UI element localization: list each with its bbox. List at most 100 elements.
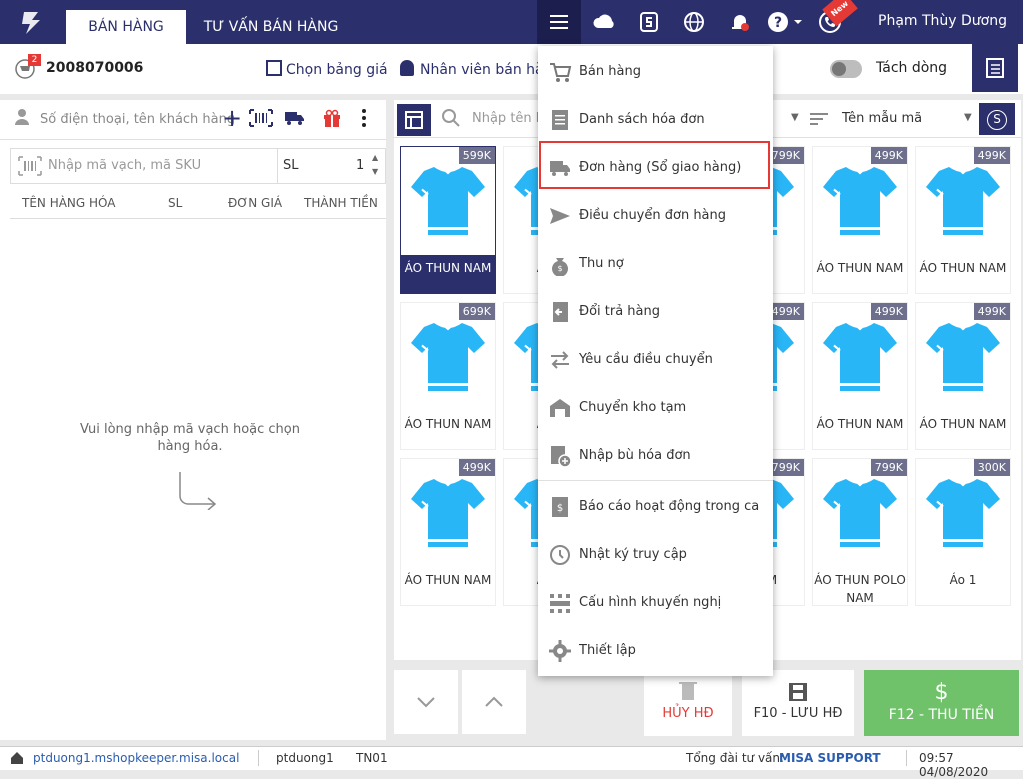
menu-item[interactable]: Cấu hình khuyến nghị (538, 579, 773, 627)
product-card[interactable]: 499K ÁO THUN NAM (812, 146, 908, 294)
more-options-icon[interactable] (360, 108, 368, 132)
menu-item-label: Cấu hình khuyến nghị (579, 595, 722, 610)
main-menu-button[interactable] (537, 0, 581, 44)
product-card[interactable]: 699K ÁO THUN NAM (400, 302, 496, 450)
menu-item[interactable]: Nhập bù hóa đơn (538, 432, 773, 480)
currency-button[interactable]: S (979, 103, 1015, 135)
chevron-down-icon (417, 697, 435, 708)
product-name: Áo 1 (949, 573, 977, 587)
support-link[interactable]: MISA SUPPORT (779, 751, 881, 765)
delivery-icon[interactable] (284, 110, 306, 130)
menu-item-label: Đổi trả hàng (579, 304, 661, 319)
product-card[interactable]: 499K ÁO THUN NAM (812, 302, 908, 450)
coin-icon[interactable] (637, 10, 661, 34)
tab-ban-hang[interactable]: BÁN HÀNG (66, 10, 186, 44)
menu-item-label: Bán hàng (579, 64, 641, 79)
product-name: ÁO THUN NAM (404, 261, 492, 275)
menu-item[interactable]: Danh sách hóa đơn (538, 96, 773, 144)
product-name: ÁO THUN NAM (404, 417, 492, 431)
product-price: 699K (458, 303, 495, 320)
currency-icon: S (987, 110, 1007, 130)
report-icon: $ (548, 495, 572, 519)
bell-icon[interactable] (728, 10, 752, 34)
menu-item-label: Thiết lập (579, 643, 636, 658)
menu-item[interactable]: Bán hàng (538, 48, 773, 96)
order-number: 2008070006 (46, 60, 144, 76)
product-price: 499K (870, 303, 907, 320)
customer-search-input[interactable]: Số điện thoại, tên khách hàng (40, 112, 235, 127)
product-search-input[interactable]: Nhập tên h (472, 111, 544, 126)
product-name: ÁO THUN NAM (919, 417, 1007, 431)
trash-icon (679, 682, 697, 700)
cancel-invoice-button[interactable]: HỦY HĐ (644, 670, 732, 736)
cancel-invoice-label: HỦY HĐ (662, 706, 714, 721)
menu-item[interactable]: $ Thu nợ (538, 240, 773, 288)
chevron-down-icon[interactable]: ▼ (791, 112, 799, 123)
globe-icon[interactable] (682, 10, 706, 34)
svg-text:$: $ (557, 503, 563, 514)
qty-input[interactable]: 1 (356, 158, 364, 173)
product-card[interactable]: 499K ÁO THUN NAM (915, 146, 1011, 294)
grid-view-button[interactable] (397, 104, 431, 136)
save-invoice-label: F10 - LƯU HĐ (753, 706, 843, 721)
barcode-input[interactable]: Nhập mã vạch, mã SKU (48, 158, 201, 173)
help-icon[interactable]: ? (767, 10, 802, 34)
save-invoice-button[interactable]: F10 - LƯU HĐ (742, 670, 854, 736)
chevron-down-icon[interactable]: ▼ (964, 112, 972, 123)
scroll-down-button[interactable] (394, 670, 458, 734)
product-price: 799K (767, 459, 804, 476)
menu-item[interactable]: Thiết lập (538, 627, 773, 675)
product-card[interactable]: 499K ÁO THUN NAM (915, 302, 1011, 450)
product-name: ÁO THUN NAM (816, 417, 904, 431)
menu-item-label: Yêu cầu điều chuyển (579, 352, 713, 367)
scroll-up-button[interactable] (462, 670, 526, 734)
status-branch: TN01 (356, 751, 388, 765)
app-logo (22, 12, 40, 34)
menu-item[interactable]: Nhật ký truy cập (538, 531, 773, 579)
empty-cart-message: Vui lòng nhập mã vạch hoặc chọn hàng hóa… (80, 422, 300, 454)
user-name[interactable]: Phạm Thùy Dương (878, 13, 1007, 29)
cloud-sync-icon[interactable] (592, 10, 616, 34)
product-card[interactable]: 499K ÁO THUN NAM (400, 458, 496, 606)
pay-button[interactable]: $ F12 - THU TIỀN (864, 670, 1019, 736)
menu-item[interactable]: $ Báo cáo hoạt động trong ca (538, 483, 773, 531)
tab-tu-van-ban-hang[interactable]: TƯ VẤN BÁN HÀNG (196, 10, 346, 44)
template-select[interactable]: Tên mẫu mã (842, 111, 922, 126)
side-panel-button[interactable] (972, 44, 1018, 92)
product-price: 499K (973, 147, 1010, 164)
product-price: 799K (767, 147, 804, 164)
product-card[interactable]: 300K Áo 1 (915, 458, 1011, 606)
product-card[interactable]: 799K ÁO THUN POLO NAM (812, 458, 908, 606)
arrow-hint-icon (179, 472, 217, 510)
gift-icon[interactable] (322, 108, 342, 132)
product-card[interactable]: 599K ÁO THUN NAM (400, 146, 496, 294)
barcode-scan-icon[interactable] (248, 108, 274, 132)
split-line-toggle[interactable] (830, 60, 862, 78)
highlight-box (539, 141, 770, 189)
price-list-button[interactable]: Chọn bảng giá (266, 60, 388, 78)
send-icon (548, 204, 572, 228)
menu-item[interactable]: Yêu cầu điều chuyển (538, 336, 773, 384)
col-item-name: TÊN HÀNG HÓA (22, 196, 116, 210)
document-list-icon (548, 108, 572, 132)
menu-item[interactable]: Điều chuyển đơn hàng (538, 192, 773, 240)
config-icon (548, 591, 572, 615)
status-datetime: 09:57 04/08/2020 (919, 751, 989, 779)
person-icon (400, 60, 414, 76)
product-price: 599K (458, 147, 495, 164)
product-price: 499K (973, 303, 1010, 320)
menu-item-label: Nhật ký truy cập (579, 547, 687, 562)
menu-item-label: Danh sách hóa đơn (579, 112, 705, 127)
add-document-icon (548, 444, 572, 468)
svg-text:?: ? (774, 15, 782, 31)
save-icon (789, 683, 807, 701)
col-total: THÀNH TIỀN (304, 196, 378, 210)
salesperson-button[interactable]: Nhân viên bán hàn (400, 60, 552, 78)
qty-stepper[interactable]: ▲ ▼ (372, 151, 378, 179)
menu-item[interactable]: Chuyển kho tạm (538, 384, 773, 432)
server-url[interactable]: ptduong1.mshopkeeper.misa.local (33, 751, 239, 765)
menu-item[interactable]: Đổi trả hàng (538, 288, 773, 336)
history-icon (548, 543, 572, 567)
add-customer-icon[interactable]: + (222, 106, 242, 130)
pay-label: F12 - THU TIỀN (888, 707, 995, 723)
